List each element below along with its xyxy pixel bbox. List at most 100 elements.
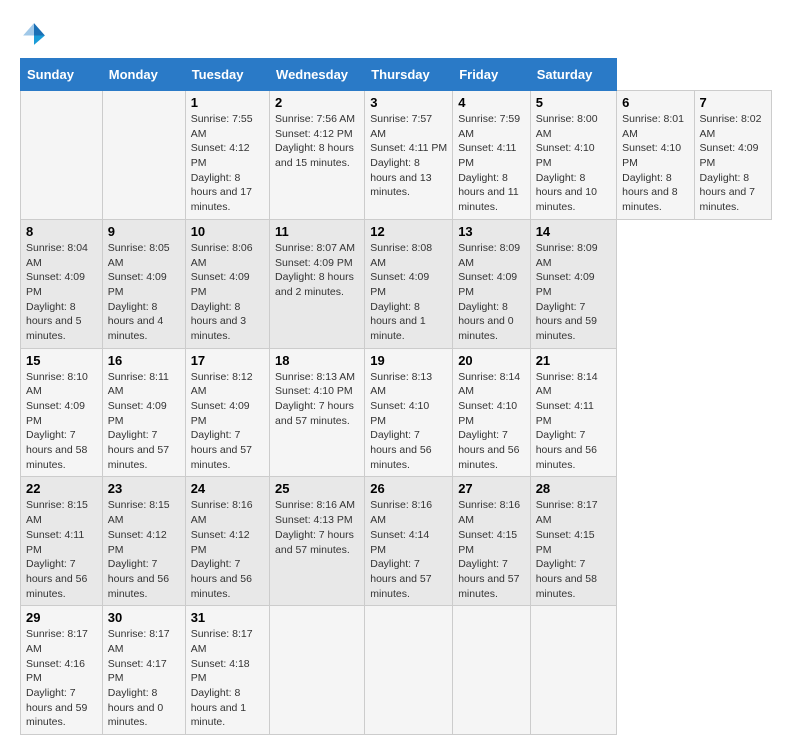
col-saturday: Saturday xyxy=(530,59,616,91)
calendar-cell xyxy=(21,91,103,220)
day-info: Sunrise: 8:13 AMSunset: 4:10 PMDaylight:… xyxy=(370,371,432,471)
day-info: Sunrise: 8:11 AMSunset: 4:09 PMDaylight:… xyxy=(108,371,169,471)
day-number: 12 xyxy=(370,224,447,239)
day-info: Sunrise: 8:16 AMSunset: 4:14 PMDaylight:… xyxy=(370,499,432,599)
calendar-cell: 25 Sunrise: 8:16 AMSunset: 4:13 PMDaylig… xyxy=(270,477,365,606)
calendar-cell: 1 Sunrise: 7:55 AMSunset: 4:12 PMDayligh… xyxy=(185,91,269,220)
calendar-cell: 3 Sunrise: 7:57 AMSunset: 4:11 PMDayligh… xyxy=(365,91,453,220)
logo xyxy=(20,20,52,48)
calendar-cell: 19 Sunrise: 8:13 AMSunset: 4:10 PMDaylig… xyxy=(365,348,453,477)
day-number: 11 xyxy=(275,224,359,239)
day-info: Sunrise: 8:15 AMSunset: 4:11 PMDaylight:… xyxy=(26,499,88,599)
day-info: Sunrise: 7:59 AMSunset: 4:11 PMDaylight:… xyxy=(458,113,520,213)
day-number: 26 xyxy=(370,481,447,496)
day-info: Sunrise: 8:07 AMSunset: 4:09 PMDaylight:… xyxy=(275,242,355,298)
day-info: Sunrise: 8:09 AMSunset: 4:09 PMDaylight:… xyxy=(458,242,520,342)
calendar-header-row: Sunday Monday Tuesday Wednesday Thursday… xyxy=(21,59,772,91)
calendar-cell: 24 Sunrise: 8:16 AMSunset: 4:12 PMDaylig… xyxy=(185,477,269,606)
day-info: Sunrise: 7:55 AMSunset: 4:12 PMDaylight:… xyxy=(191,113,253,213)
day-number: 27 xyxy=(458,481,525,496)
day-info: Sunrise: 8:12 AMSunset: 4:09 PMDaylight:… xyxy=(191,371,253,471)
day-number: 14 xyxy=(536,224,611,239)
page-header xyxy=(20,20,772,48)
col-monday: Monday xyxy=(102,59,185,91)
calendar-cell: 8 Sunrise: 8:04 AMSunset: 4:09 PMDayligh… xyxy=(21,219,103,348)
calendar-cell: 4 Sunrise: 7:59 AMSunset: 4:11 PMDayligh… xyxy=(453,91,531,220)
day-number: 1 xyxy=(191,95,264,110)
day-number: 13 xyxy=(458,224,525,239)
calendar-cell: 30 Sunrise: 8:17 AMSunset: 4:17 PMDaylig… xyxy=(102,606,185,735)
day-number: 28 xyxy=(536,481,611,496)
calendar-week-4: 22 Sunrise: 8:15 AMSunset: 4:11 PMDaylig… xyxy=(21,477,772,606)
calendar-cell: 16 Sunrise: 8:11 AMSunset: 4:09 PMDaylig… xyxy=(102,348,185,477)
calendar-cell xyxy=(365,606,453,735)
calendar-cell xyxy=(270,606,365,735)
day-info: Sunrise: 8:06 AMSunset: 4:09 PMDaylight:… xyxy=(191,242,253,342)
day-info: Sunrise: 8:02 AMSunset: 4:09 PMDaylight:… xyxy=(700,113,762,213)
calendar-cell: 17 Sunrise: 8:12 AMSunset: 4:09 PMDaylig… xyxy=(185,348,269,477)
calendar-cell xyxy=(453,606,531,735)
day-number: 17 xyxy=(191,353,264,368)
calendar-week-5: 29 Sunrise: 8:17 AMSunset: 4:16 PMDaylig… xyxy=(21,606,772,735)
calendar-cell: 13 Sunrise: 8:09 AMSunset: 4:09 PMDaylig… xyxy=(453,219,531,348)
calendar-cell: 23 Sunrise: 8:15 AMSunset: 4:12 PMDaylig… xyxy=(102,477,185,606)
day-info: Sunrise: 8:17 AMSunset: 4:16 PMDaylight:… xyxy=(26,628,88,728)
day-info: Sunrise: 8:09 AMSunset: 4:09 PMDaylight:… xyxy=(536,242,598,342)
day-number: 16 xyxy=(108,353,180,368)
day-info: Sunrise: 8:04 AMSunset: 4:09 PMDaylight:… xyxy=(26,242,88,342)
day-number: 9 xyxy=(108,224,180,239)
day-info: Sunrise: 8:15 AMSunset: 4:12 PMDaylight:… xyxy=(108,499,170,599)
calendar-cell: 21 Sunrise: 8:14 AMSunset: 4:11 PMDaylig… xyxy=(530,348,616,477)
calendar-cell: 14 Sunrise: 8:09 AMSunset: 4:09 PMDaylig… xyxy=(530,219,616,348)
day-number: 19 xyxy=(370,353,447,368)
logo-icon xyxy=(20,20,48,48)
calendar-cell: 28 Sunrise: 8:17 AMSunset: 4:15 PMDaylig… xyxy=(530,477,616,606)
day-number: 24 xyxy=(191,481,264,496)
day-number: 25 xyxy=(275,481,359,496)
day-info: Sunrise: 8:05 AMSunset: 4:09 PMDaylight:… xyxy=(108,242,170,342)
day-info: Sunrise: 8:14 AMSunset: 4:11 PMDaylight:… xyxy=(536,371,598,471)
calendar-cell: 12 Sunrise: 8:08 AMSunset: 4:09 PMDaylig… xyxy=(365,219,453,348)
day-number: 18 xyxy=(275,353,359,368)
day-info: Sunrise: 8:13 AMSunset: 4:10 PMDaylight:… xyxy=(275,371,355,427)
calendar-cell: 31 Sunrise: 8:17 AMSunset: 4:18 PMDaylig… xyxy=(185,606,269,735)
calendar-cell: 10 Sunrise: 8:06 AMSunset: 4:09 PMDaylig… xyxy=(185,219,269,348)
day-number: 31 xyxy=(191,610,264,625)
day-number: 6 xyxy=(622,95,688,110)
calendar-cell: 15 Sunrise: 8:10 AMSunset: 4:09 PMDaylig… xyxy=(21,348,103,477)
day-info: Sunrise: 8:01 AMSunset: 4:10 PMDaylight:… xyxy=(622,113,684,213)
col-friday: Friday xyxy=(453,59,531,91)
day-number: 4 xyxy=(458,95,525,110)
day-info: Sunrise: 8:17 AMSunset: 4:15 PMDaylight:… xyxy=(536,499,598,599)
calendar-cell: 18 Sunrise: 8:13 AMSunset: 4:10 PMDaylig… xyxy=(270,348,365,477)
calendar-cell: 9 Sunrise: 8:05 AMSunset: 4:09 PMDayligh… xyxy=(102,219,185,348)
col-thursday: Thursday xyxy=(365,59,453,91)
day-info: Sunrise: 8:16 AMSunset: 4:15 PMDaylight:… xyxy=(458,499,520,599)
col-tuesday: Tuesday xyxy=(185,59,269,91)
day-number: 20 xyxy=(458,353,525,368)
calendar-week-3: 15 Sunrise: 8:10 AMSunset: 4:09 PMDaylig… xyxy=(21,348,772,477)
day-info: Sunrise: 7:56 AMSunset: 4:12 PMDaylight:… xyxy=(275,113,355,169)
day-info: Sunrise: 8:08 AMSunset: 4:09 PMDaylight:… xyxy=(370,242,432,342)
day-number: 29 xyxy=(26,610,97,625)
day-number: 5 xyxy=(536,95,611,110)
calendar-cell: 2 Sunrise: 7:56 AMSunset: 4:12 PMDayligh… xyxy=(270,91,365,220)
day-info: Sunrise: 8:14 AMSunset: 4:10 PMDaylight:… xyxy=(458,371,520,471)
day-info: Sunrise: 8:00 AMSunset: 4:10 PMDaylight:… xyxy=(536,113,598,213)
day-number: 10 xyxy=(191,224,264,239)
calendar-cell xyxy=(102,91,185,220)
day-info: Sunrise: 8:17 AMSunset: 4:18 PMDaylight:… xyxy=(191,628,253,728)
day-number: 23 xyxy=(108,481,180,496)
calendar-week-2: 8 Sunrise: 8:04 AMSunset: 4:09 PMDayligh… xyxy=(21,219,772,348)
day-info: Sunrise: 7:57 AMSunset: 4:11 PMDaylight:… xyxy=(370,113,447,198)
day-info: Sunrise: 8:16 AMSunset: 4:12 PMDaylight:… xyxy=(191,499,253,599)
calendar-cell: 11 Sunrise: 8:07 AMSunset: 4:09 PMDaylig… xyxy=(270,219,365,348)
col-wednesday: Wednesday xyxy=(270,59,365,91)
calendar-cell: 20 Sunrise: 8:14 AMSunset: 4:10 PMDaylig… xyxy=(453,348,531,477)
calendar-cell: 22 Sunrise: 8:15 AMSunset: 4:11 PMDaylig… xyxy=(21,477,103,606)
calendar-cell: 6 Sunrise: 8:01 AMSunset: 4:10 PMDayligh… xyxy=(617,91,694,220)
day-number: 21 xyxy=(536,353,611,368)
calendar-cell: 26 Sunrise: 8:16 AMSunset: 4:14 PMDaylig… xyxy=(365,477,453,606)
day-number: 2 xyxy=(275,95,359,110)
day-number: 15 xyxy=(26,353,97,368)
